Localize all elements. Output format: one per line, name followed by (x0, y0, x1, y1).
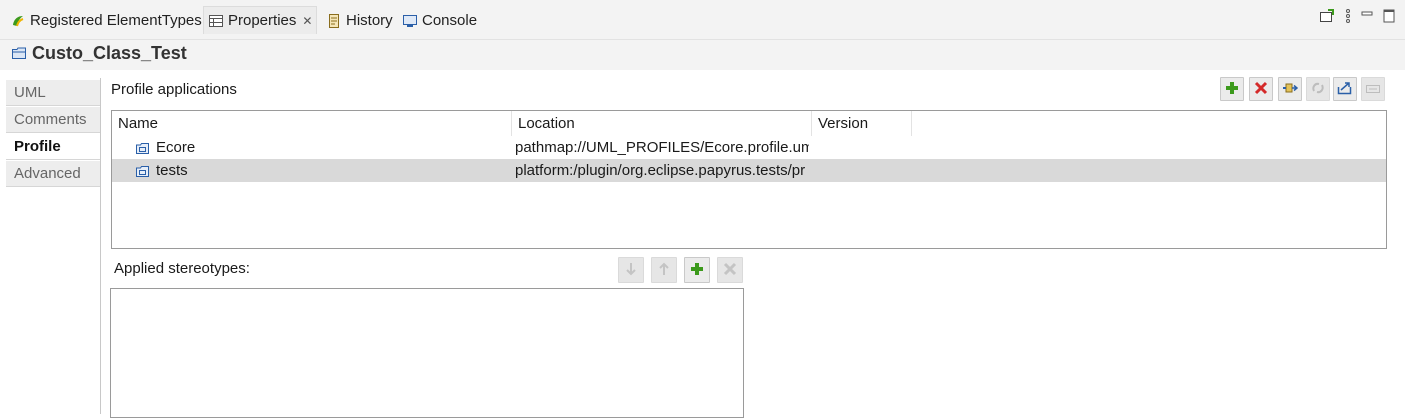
move-up-icon (658, 262, 670, 279)
add-profile-button[interactable] (1220, 77, 1244, 101)
keyboard-button[interactable] (1361, 77, 1385, 101)
minimize-icon[interactable] (1361, 9, 1373, 26)
refresh-profile-button[interactable] (1306, 77, 1330, 101)
remove-profile-button[interactable] (1249, 77, 1273, 101)
history-icon (326, 13, 342, 29)
applied-stereotypes-label: Applied stereotypes: (114, 260, 250, 277)
move-down-icon (625, 262, 637, 279)
move-down-button[interactable] (618, 257, 644, 283)
open-new-view-icon[interactable] (1319, 9, 1335, 26)
close-icon[interactable]: ✕ (302, 14, 312, 28)
sidebar-item-advanced[interactable]: Advanced (6, 161, 100, 187)
row-name: Ecore (156, 139, 196, 156)
page-title: Custo_Class_Test (32, 43, 187, 63)
sidebar-item-comments[interactable]: Comments (6, 107, 100, 133)
add-icon (690, 262, 704, 279)
column-header-location[interactable]: Location (512, 111, 812, 136)
tab-history[interactable]: History (326, 7, 393, 34)
applied-stereotypes-list[interactable] (110, 288, 744, 418)
profile-applications-label: Profile applications (111, 81, 237, 98)
browse-icon (1282, 81, 1299, 98)
column-header-name[interactable]: Name (112, 111, 512, 136)
profile-icon (136, 164, 149, 177)
tab-registered-elementtypes[interactable]: Registered ElementTypes (10, 7, 202, 34)
tab-label: History (346, 12, 393, 29)
remove-icon (1254, 81, 1268, 98)
column-header-version[interactable]: Version (812, 111, 912, 136)
browse-profile-button[interactable] (1278, 77, 1302, 101)
row-version (818, 136, 912, 159)
add-icon (1225, 81, 1239, 98)
tab-properties[interactable]: Properties ✕ (203, 6, 318, 34)
table-row[interactable]: tests platform:/plugin/org.eclipse.papyr… (112, 159, 1386, 182)
refresh-icon (1311, 81, 1325, 98)
tab-label: Properties (228, 12, 297, 29)
add-stereotype-button[interactable] (684, 257, 710, 283)
remove-icon (723, 262, 737, 279)
tab-label: Registered ElementTypes (30, 12, 202, 29)
export-icon (1337, 81, 1353, 98)
view-menu-icon[interactable] (1345, 9, 1351, 26)
properties-sidebar: UML Comments Profile Advanced (6, 78, 101, 414)
view-tab-bar: Registered ElementTypes Properties ✕ His… (0, 0, 1405, 40)
row-location: pathmap://UML_PROFILES/Ecore.profile.uml (515, 139, 809, 156)
tab-label: Console (422, 12, 478, 29)
row-name: tests (156, 162, 188, 179)
row-location: platform:/plugin/org.eclipse.papyrus.tes… (515, 162, 806, 179)
sidebar-item-uml[interactable]: UML (6, 80, 100, 106)
sidebar-item-profile[interactable]: Profile (6, 134, 100, 160)
tab-console[interactable]: Console (402, 7, 477, 34)
profile-icon (136, 141, 149, 154)
profile-applications-table: Name Location Version Ecore pathmap://UM… (111, 110, 1387, 249)
properties-header: Custo_Class_Test (0, 40, 1405, 70)
move-up-button[interactable] (651, 257, 677, 283)
row-version (818, 159, 912, 182)
table-row[interactable]: Ecore pathmap://UML_PROFILES/Ecore.profi… (112, 136, 1386, 159)
export-profile-button[interactable] (1333, 77, 1357, 101)
console-icon (402, 13, 418, 29)
remove-stereotype-button[interactable] (717, 257, 743, 283)
view-toolbar (1319, 9, 1395, 26)
registered-elementtypes-icon (10, 13, 26, 29)
keyboard-icon (1365, 81, 1381, 97)
class-icon (12, 46, 26, 59)
properties-icon (208, 13, 224, 29)
maximize-icon[interactable] (1383, 9, 1395, 26)
